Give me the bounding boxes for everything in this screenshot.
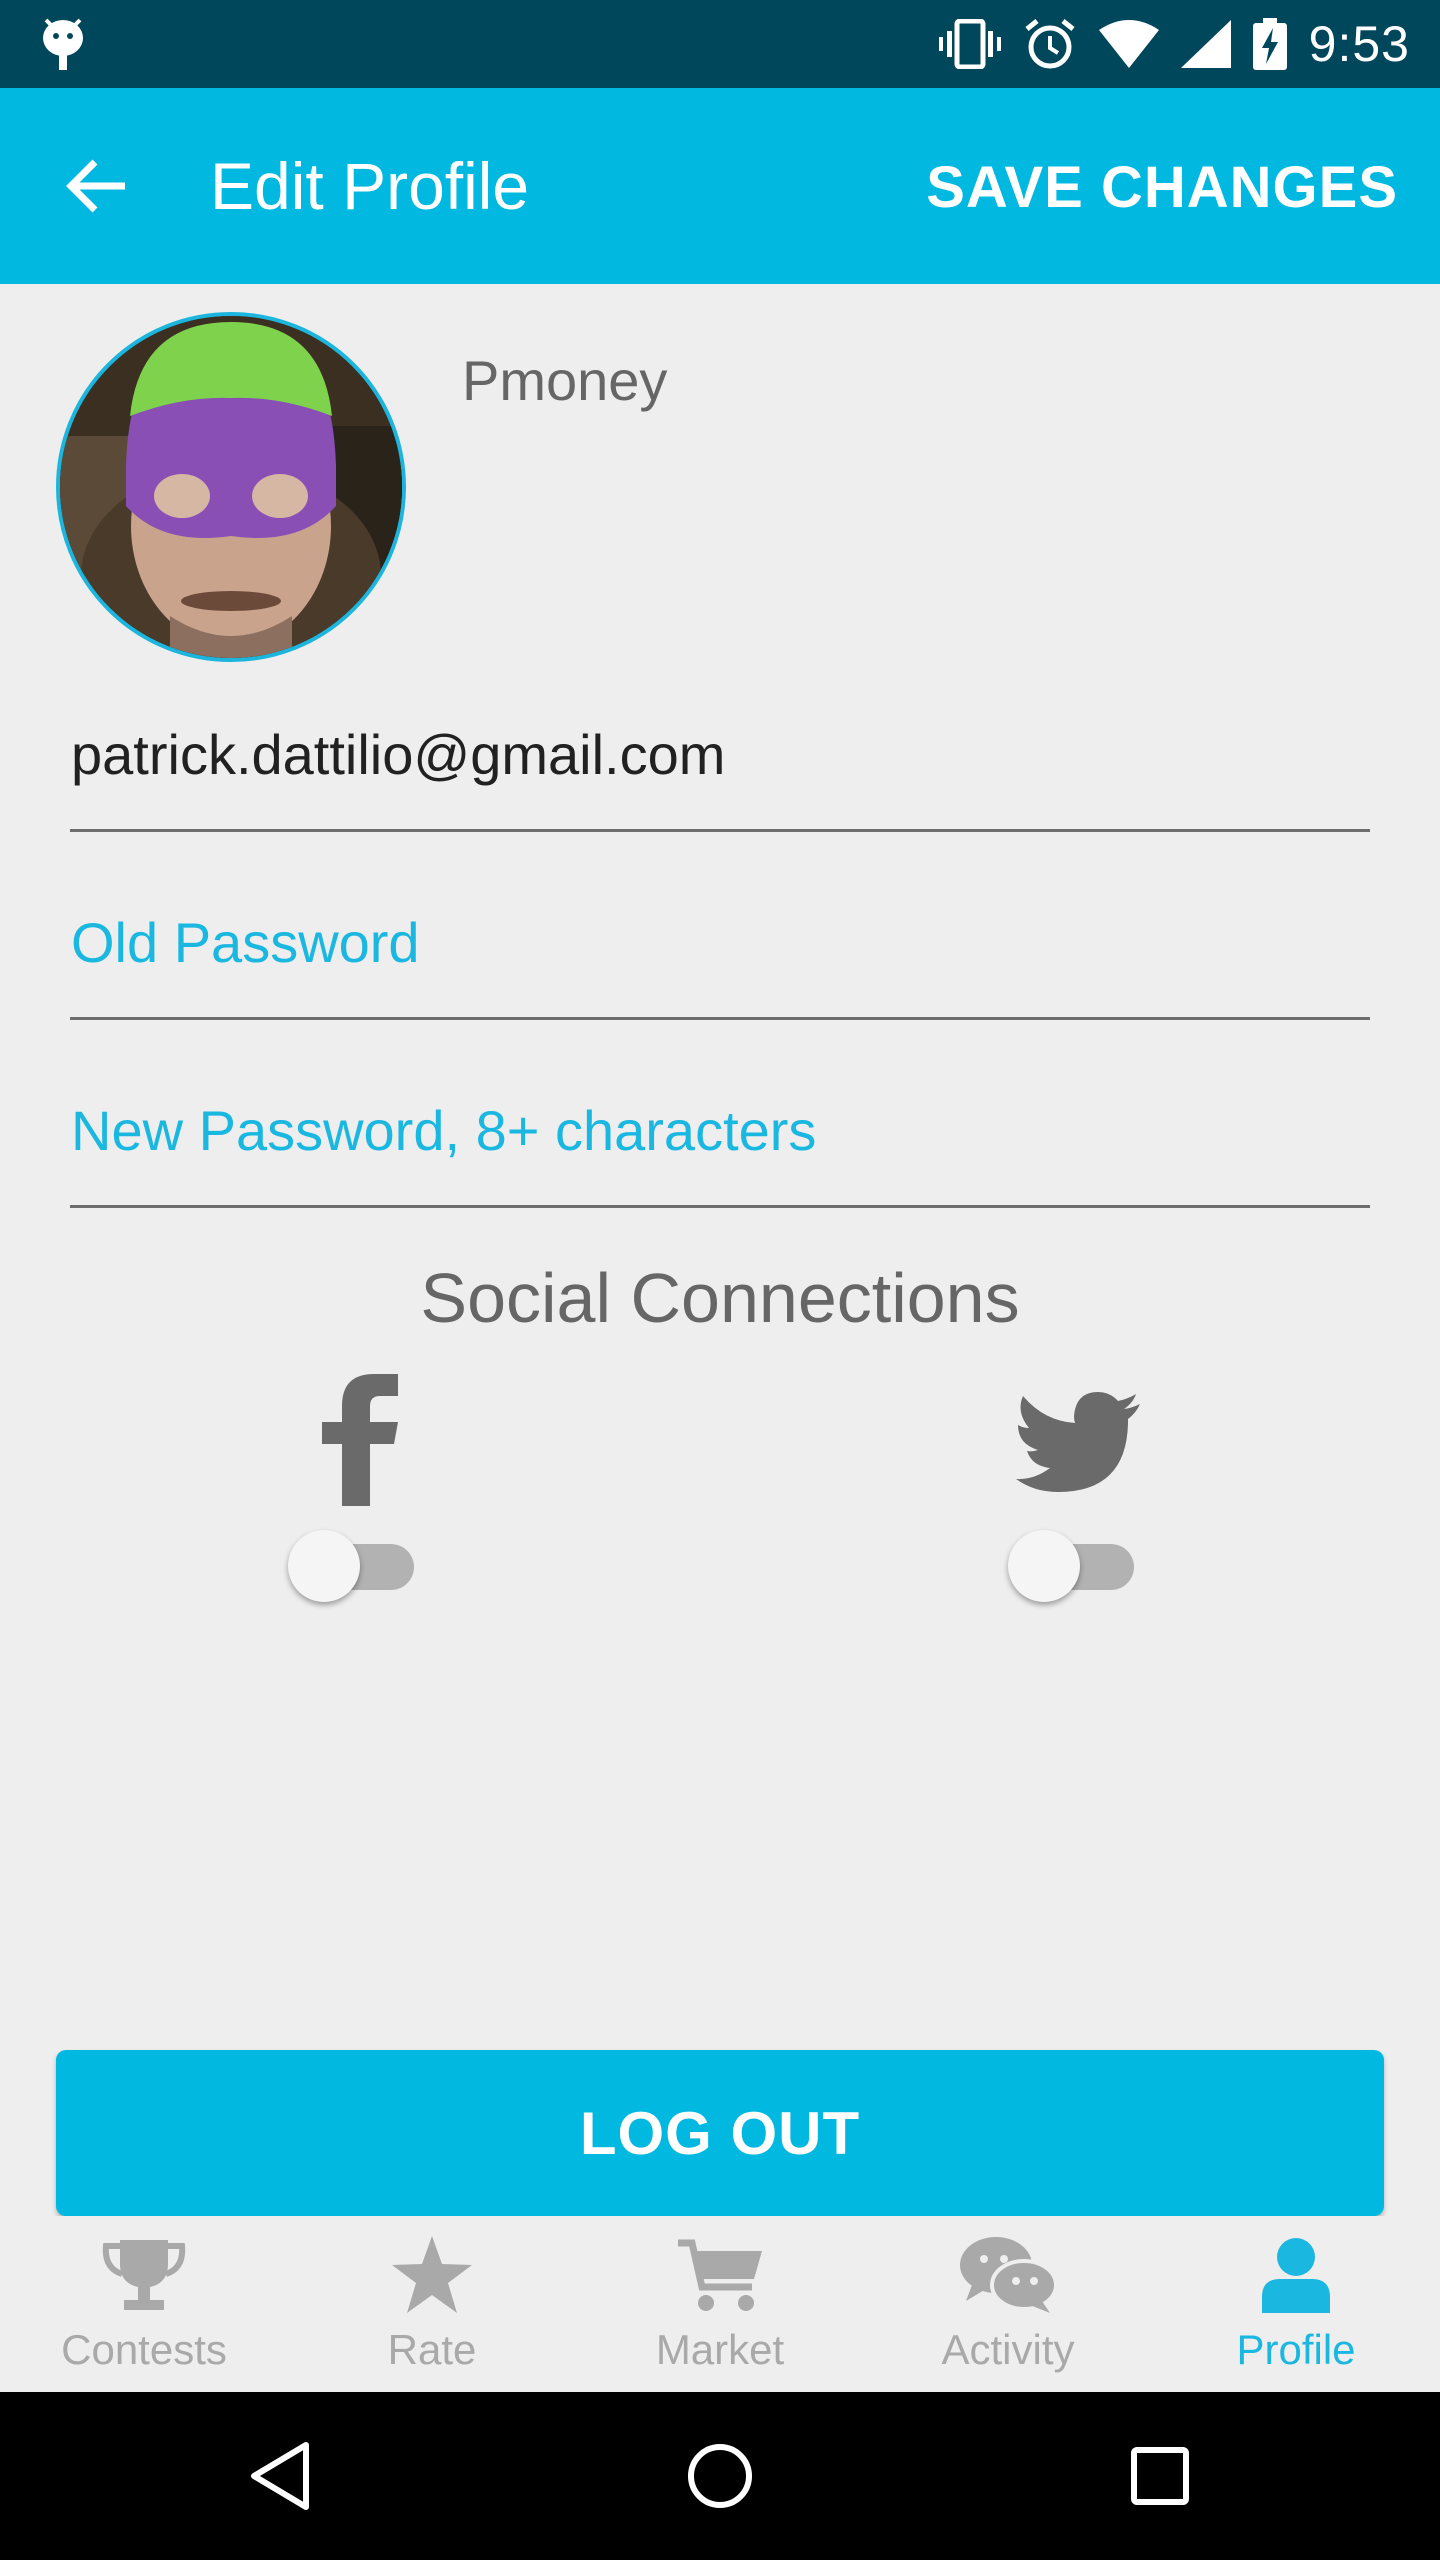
twitter-icon (1014, 1390, 1142, 1500)
avatar[interactable] (56, 312, 406, 662)
status-bar: 9:53 (0, 0, 1440, 88)
app-bar: Edit Profile SAVE CHANGES (0, 88, 1440, 284)
nav-item-market[interactable]: Market (576, 2216, 864, 2392)
toggle-thumb (288, 1530, 360, 1602)
alarm-icon (1025, 19, 1075, 69)
twitter-toggle[interactable] (1008, 1520, 1148, 1602)
save-changes-button[interactable]: SAVE CHANGES (926, 154, 1398, 221)
email-value: patrick.dattilio@gmail.com (71, 723, 726, 786)
trophy-icon (0, 2232, 288, 2318)
toggle-thumb (1008, 1530, 1080, 1602)
bottom-nav: Contests Rate Market Activity Profile (0, 2216, 1440, 2392)
system-back-button[interactable] (236, 2432, 324, 2520)
email-field[interactable]: patrick.dattilio@gmail.com (70, 722, 1370, 832)
status-icons: 9:53 (938, 0, 1410, 88)
status-time: 9:53 (1308, 16, 1410, 72)
vibrate-icon (938, 19, 1001, 69)
triangle-back-icon (251, 2442, 309, 2510)
nav-label-contests: Contests (61, 2326, 227, 2373)
nav-item-rate[interactable]: Rate (288, 2216, 576, 2392)
nav-item-profile[interactable]: Profile (1152, 2216, 1440, 2392)
person-icon (1152, 2232, 1440, 2318)
circle-home-icon (688, 2444, 752, 2508)
chat-icon (864, 2232, 1152, 2318)
old-password-field[interactable]: Old Password (70, 910, 1370, 1020)
star-icon (288, 2232, 576, 2318)
android-debug-icon (43, 18, 83, 70)
old-password-placeholder: Old Password (71, 911, 420, 974)
username: Pmoney (462, 349, 668, 412)
wifi-icon (1098, 20, 1159, 68)
signal-icon (1180, 20, 1231, 68)
nav-item-activity[interactable]: Activity (864, 2216, 1152, 2392)
new-password-placeholder: New Password, 8+ characters (71, 1099, 817, 1162)
system-nav-bar (0, 2392, 1440, 2560)
logout-button[interactable]: LOG OUT (56, 2050, 1384, 2216)
facebook-toggle[interactable] (288, 1520, 428, 1602)
back-button[interactable] (52, 146, 142, 226)
nav-item-contests[interactable]: Contests (0, 2216, 288, 2392)
page-title: Edit Profile (210, 149, 530, 223)
system-recents-button[interactable] (1116, 2432, 1204, 2520)
avatar-photo (60, 316, 402, 658)
battery-charging-icon (1252, 18, 1287, 70)
facebook-icon (318, 1372, 402, 1506)
nav-label-activity: Activity (941, 2326, 1075, 2373)
nav-label-market: Market (655, 2326, 785, 2373)
new-password-field[interactable]: New Password, 8+ characters (70, 1098, 1370, 1208)
nav-label-rate: Rate (387, 2326, 477, 2373)
square-recents-icon (1131, 2447, 1189, 2505)
social-connections-title: Social Connections (420, 1259, 1020, 1337)
nav-label-profile: Profile (1236, 2326, 1356, 2373)
arrow-back-icon (66, 159, 125, 213)
system-home-button[interactable] (676, 2432, 764, 2520)
cart-icon (576, 2232, 864, 2318)
